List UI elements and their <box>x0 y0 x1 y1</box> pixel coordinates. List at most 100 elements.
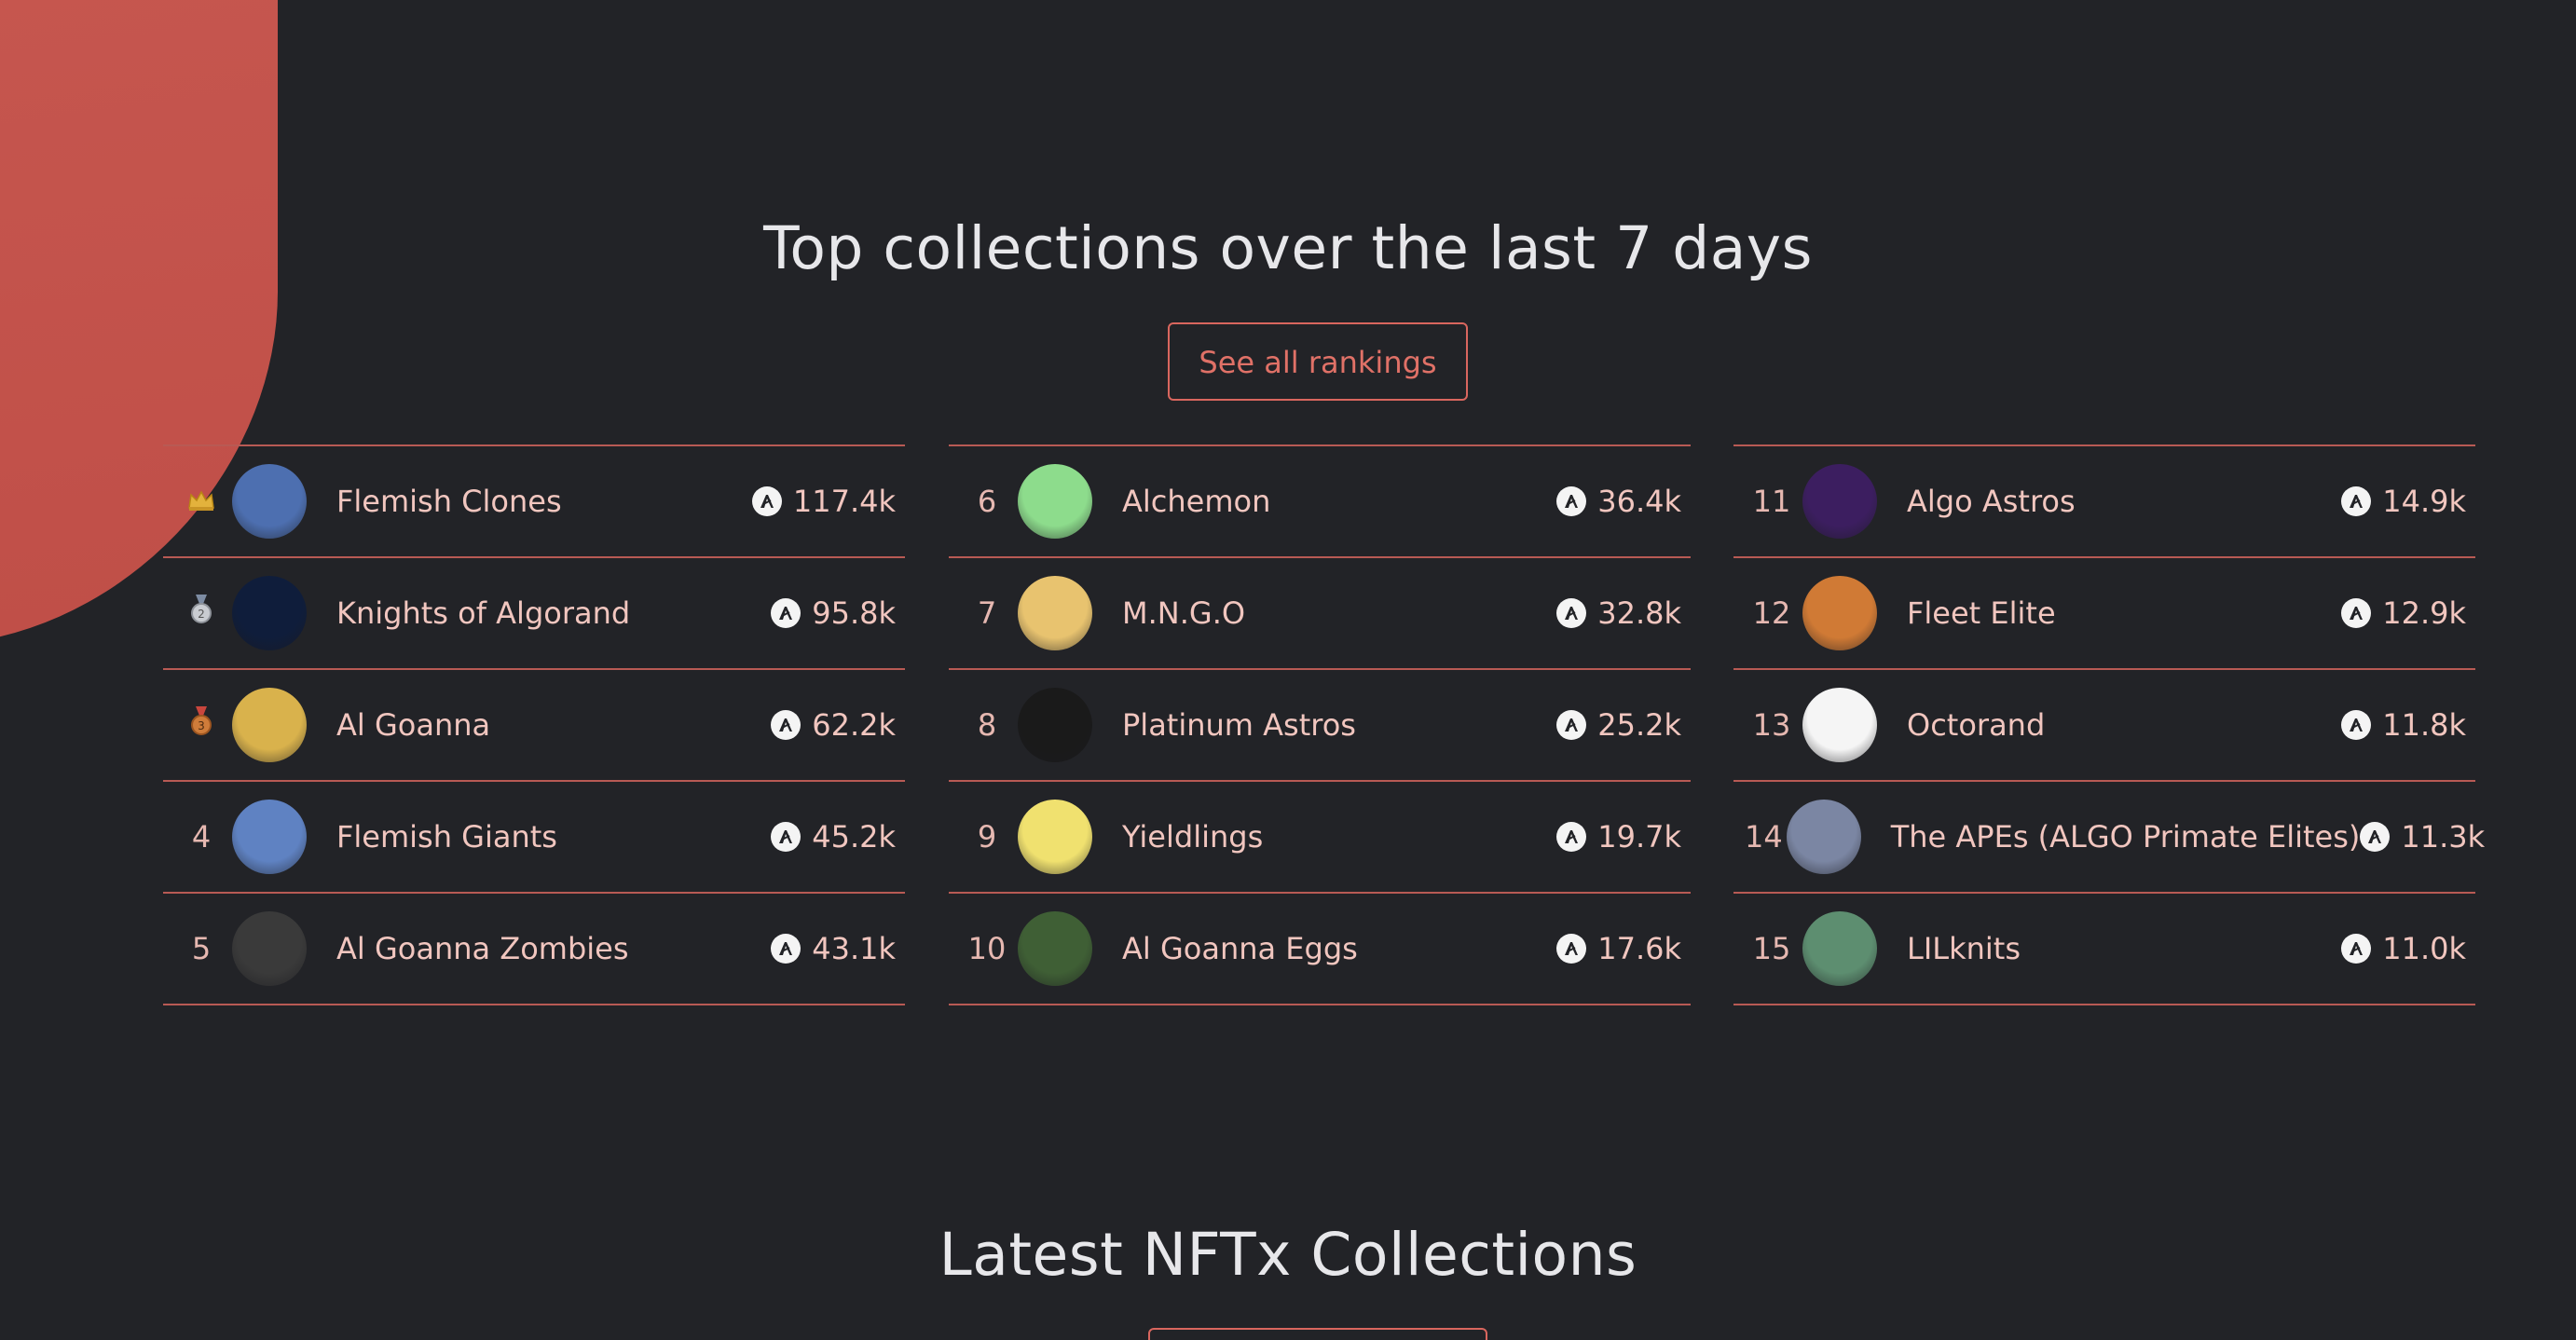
ranking-row[interactable]: Flemish Clones 117.4k <box>163 446 905 558</box>
see-all-rankings-button[interactable]: See all rankings <box>1168 322 1468 401</box>
ranking-row[interactable]: 3 Al Goanna 62.2k <box>163 670 905 782</box>
svg-text:2: 2 <box>198 608 205 621</box>
ranking-row[interactable]: 4 Flemish Giants 45.2k <box>163 782 905 894</box>
collection-name[interactable]: Alchemon <box>1122 484 1556 519</box>
rank-number: 11 <box>1752 484 1791 519</box>
rank-number: 5 <box>191 931 212 966</box>
collection-avatar[interactable] <box>1018 911 1092 986</box>
collection-avatar[interactable] <box>1802 911 1877 986</box>
rank-number: 15 <box>1752 931 1791 966</box>
collection-avatar[interactable] <box>1802 576 1877 650</box>
volume-value: 12.9k <box>2382 595 2466 631</box>
rank-number: 8 <box>977 707 997 743</box>
collection-name[interactable]: LILknits <box>1907 931 2341 966</box>
collection-name[interactable]: Al Goanna Eggs <box>1122 931 1556 966</box>
collection-name[interactable]: Knights of Algorand <box>336 595 771 631</box>
collection-avatar[interactable] <box>1018 800 1092 874</box>
collection-volume: 11.0k <box>2341 931 2475 966</box>
rankings-column-3: 11 Algo Astros 14.9k 12 Fleet Elite 12.9k 13 Oc… <box>1733 444 2485 1005</box>
ranking-row[interactable]: 13 Octorand 11.8k <box>1733 670 2475 782</box>
section-title-latest-collections: Latest NFTx Collections <box>939 1221 1637 1289</box>
collection-avatar[interactable] <box>232 688 307 762</box>
rank-number: 2 <box>163 595 228 632</box>
rankings-column-1: Flemish Clones 117.4k 2 Knights of Algorand… <box>163 444 905 1005</box>
algorand-icon <box>751 486 782 516</box>
collection-volume: 11.8k <box>2341 707 2475 743</box>
algorand-icon <box>2360 822 2391 852</box>
collection-volume: 14.9k <box>2341 484 2475 519</box>
collection-name[interactable]: Al Goanna <box>336 707 771 743</box>
rank-number: 7 <box>977 595 997 631</box>
volume-value: 25.2k <box>1597 707 1681 743</box>
collection-avatar[interactable] <box>232 576 307 650</box>
ranking-row[interactable]: 15 LILknits 11.0k <box>1733 894 2475 1005</box>
volume-value: 36.4k <box>1597 484 1681 519</box>
collection-volume: 36.4k <box>1556 484 1691 519</box>
volume-value: 43.1k <box>812 931 896 966</box>
collection-name[interactable]: Al Goanna Zombies <box>336 931 771 966</box>
rankings-column-2: 6 Alchemon 36.4k 7 M.N.G.O 32.8k 8 Platinum Ast… <box>949 444 1691 1005</box>
volume-value: 11.3k <box>2401 819 2486 855</box>
collection-name[interactable]: M.N.G.O <box>1122 595 1556 631</box>
collection-volume: 43.1k <box>771 931 905 966</box>
collection-avatar[interactable] <box>1018 464 1092 539</box>
ranking-row[interactable]: 12 Fleet Elite 12.9k <box>1733 558 2475 670</box>
ranking-row[interactable]: 6 Alchemon 36.4k <box>949 446 1691 558</box>
algorand-icon <box>771 934 802 964</box>
volume-value: 62.2k <box>812 707 896 743</box>
collection-volume: 95.8k <box>771 595 905 631</box>
section-title-top-collections: Top collections over the last 7 days <box>763 214 1813 282</box>
collection-name[interactable]: Flemish Giants <box>336 819 771 855</box>
volume-value: 45.2k <box>812 819 896 855</box>
ranking-row[interactable]: 11 Algo Astros 14.9k <box>1733 446 2475 558</box>
collection-avatar[interactable] <box>1802 464 1877 539</box>
ranking-row[interactable]: 9 Yieldlings 19.7k <box>949 782 1691 894</box>
rank-number: 12 <box>1752 595 1791 631</box>
collection-name[interactable]: Octorand <box>1907 707 2341 743</box>
volume-value: 17.6k <box>1597 931 1681 966</box>
rank-number: 9 <box>977 819 997 855</box>
volume-value: 14.9k <box>2382 484 2466 519</box>
volume-value: 32.8k <box>1597 595 1681 631</box>
ranking-row[interactable]: 7 M.N.G.O 32.8k <box>949 558 1691 670</box>
rank-number: 4 <box>191 819 212 855</box>
collection-name[interactable]: The APEs (ALGO Primate Elites) <box>1891 819 2361 855</box>
collection-avatar[interactable] <box>232 911 307 986</box>
collection-volume: 45.2k <box>771 819 905 855</box>
collection-name[interactable]: Yieldlings <box>1122 819 1556 855</box>
rank-number: 3 <box>163 706 228 744</box>
collection-avatar[interactable] <box>1018 688 1092 762</box>
rank-number <box>163 484 228 519</box>
collection-name[interactable]: Algo Astros <box>1907 484 2341 519</box>
ranking-row[interactable]: 2 Knights of Algorand 95.8k <box>163 558 905 670</box>
algorand-icon <box>2341 486 2372 516</box>
ranking-row[interactable]: 14 The APEs (ALGO Primate Elites) 11.3k <box>1733 782 2485 894</box>
algorand-icon <box>771 710 802 740</box>
collection-avatar[interactable] <box>1786 800 1861 874</box>
collection-avatar[interactable] <box>232 800 307 874</box>
ranking-row[interactable]: 8 Platinum Astros 25.2k <box>949 670 1691 782</box>
collection-avatar[interactable] <box>232 464 307 539</box>
collection-avatar[interactable] <box>1018 576 1092 650</box>
silver-medal-icon: 2 <box>190 595 212 631</box>
page: Top collections over the last 7 days See… <box>0 0 2576 1340</box>
ranking-row[interactable]: 10 Al Goanna Eggs 17.6k <box>949 894 1691 1005</box>
svg-text:3: 3 <box>198 719 205 732</box>
collection-volume: 25.2k <box>1556 707 1691 743</box>
collection-name[interactable]: Flemish Clones <box>336 484 752 519</box>
algorand-icon <box>2341 598 2372 628</box>
algorand-icon <box>1556 822 1587 852</box>
volume-value: 95.8k <box>812 595 896 631</box>
algorand-icon <box>771 598 802 628</box>
latest-collections-button[interactable] <box>1148 1328 1487 1340</box>
collection-name[interactable]: Platinum Astros <box>1122 707 1556 743</box>
collection-avatar[interactable] <box>1802 688 1877 762</box>
collection-name[interactable]: Fleet Elite <box>1907 595 2341 631</box>
collection-volume: 117.4k <box>751 484 905 519</box>
rank-number: 6 <box>977 484 997 519</box>
volume-value: 11.8k <box>2382 707 2466 743</box>
collection-volume: 12.9k <box>2341 595 2475 631</box>
collection-volume: 62.2k <box>771 707 905 743</box>
rank-number: 10 <box>967 931 1007 966</box>
ranking-row[interactable]: 5 Al Goanna Zombies 43.1k <box>163 894 905 1005</box>
